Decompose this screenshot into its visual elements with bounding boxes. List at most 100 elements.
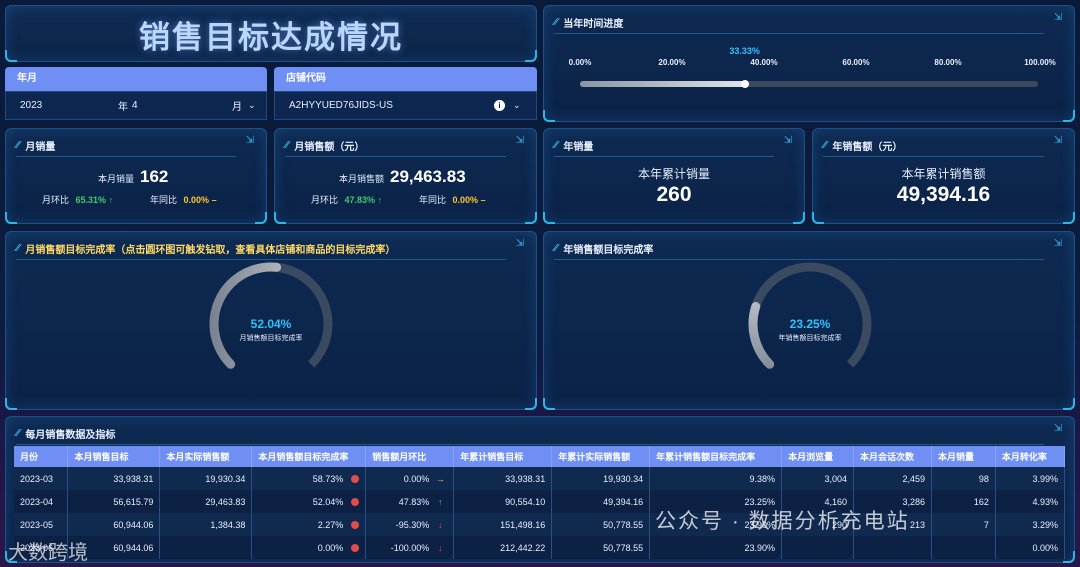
trend-arrow-icon: ↓	[438, 542, 443, 553]
cell-value: 3,004	[824, 473, 848, 484]
info-icon[interactable]: i	[494, 100, 505, 111]
table-cell: 52.04%	[251, 490, 367, 513]
time-progress-bar	[580, 80, 1038, 88]
arrow-up-icon: ↑	[377, 195, 383, 205]
monthly-revenue-panel: ∕∕ 月销售额（元） ⇲ 本月销售额 29,463.83 月环比 47.83% ↑…	[274, 128, 537, 224]
table-cell	[853, 536, 932, 559]
progress-current-label: 33.33%	[729, 46, 760, 56]
period-filter[interactable]: 2023 年 4 月 ⌄	[5, 91, 267, 120]
monthly-sales-panel: ∕∕ 月销量 ⇲ 本月销量 162 月环比 65.31% ↑ 年同比 0.00% …	[5, 128, 267, 224]
column-header[interactable]: 年累计销售目标	[453, 446, 553, 467]
yearly-gauge-chart[interactable]: 23.25% 年销售额目标完成率	[544, 232, 1076, 411]
panel-title: ∕∕ 月销量	[16, 135, 236, 157]
trend-arrow-icon: →	[435, 473, 445, 484]
table-row[interactable]: 2023-03 33,938.31 19,930.34 58.73% 0.00% → 33,…	[14, 467, 1066, 490]
cell-value: 2,459	[902, 473, 925, 484]
progress-knob	[740, 80, 749, 88]
cell-value: 56,615.79	[113, 496, 154, 507]
column-header[interactable]: 本月销量	[931, 446, 996, 467]
drill-icon[interactable]: ⇲	[1052, 12, 1064, 24]
column-header[interactable]: 本月会话次数	[853, 446, 932, 467]
monthly-gauge-chart[interactable]: 52.04% 月销售额目标完成率	[6, 232, 538, 411]
column-header[interactable]: 本月销售额目标完成率	[251, 446, 367, 467]
table-cell: 33,938.31	[67, 467, 161, 490]
watermark: 公众号 · 数据分析充电站	[655, 510, 910, 533]
drill-icon[interactable]: ⇲	[514, 135, 526, 147]
table-cell	[781, 536, 855, 559]
table-cell: 212,442.22	[453, 536, 553, 559]
dash-icon: –	[211, 195, 217, 205]
kpi-value: 162	[140, 167, 169, 186]
monthly-data-table: 月份 本月销售目标 本月实际销售额 本月销售额目标完成率 销售额月环比 年累计销售目标 年累…	[14, 446, 1066, 559]
cell-value: 52.04%	[312, 496, 344, 507]
store-value[interactable]: A2HYYUED76JIDS-US	[289, 100, 494, 111]
status-dot-icon	[351, 498, 360, 507]
yearly-revenue-panel: ∕∕ 年销售额（元） ⇲ 本年累计销售额 49,394.16	[812, 128, 1075, 224]
table-cell: 60,944.06	[67, 513, 161, 536]
table-cell	[159, 536, 253, 559]
cell-value: 212,442.22	[500, 542, 546, 553]
monthly-sales-mom: 月环比 65.31% ↑	[42, 195, 114, 205]
chevron-down-icon[interactable]: ⌄	[513, 100, 521, 111]
drill-icon[interactable]: ⇲	[1052, 135, 1064, 147]
column-header[interactable]: 销售额月环比	[365, 446, 455, 467]
title-mark-icon: ∕∕	[554, 17, 558, 28]
store-filter-label: 店铺代码	[274, 67, 537, 91]
table-cell: 2023-05	[14, 513, 69, 536]
cell-value: 1,384.38	[210, 519, 246, 530]
kpi-value: 29,463.83	[390, 167, 466, 186]
table-cell: 19,930.34	[159, 467, 253, 490]
table-cell: 2.27%	[251, 513, 367, 536]
column-header[interactable]: 本月浏览量	[781, 446, 855, 467]
cell-value: 23.90%	[744, 542, 776, 553]
column-header[interactable]: 本月销售目标	[67, 446, 161, 467]
table-cell: 9.38%	[649, 467, 783, 490]
progress-tick-label: 80.00%	[934, 58, 962, 67]
cell-value: 4.93%	[1032, 496, 1058, 507]
cell-value: 3.29%	[1032, 519, 1058, 530]
table-cell	[931, 536, 996, 559]
table-cell: 162	[931, 490, 996, 513]
table-cell: 50,778.55	[551, 536, 651, 559]
table-cell: 0.00%	[995, 536, 1066, 559]
table-header-row: 月份 本月销售目标 本月实际销售额 本月销售额目标完成率 销售额月环比 年累计销售目标 年累…	[14, 446, 1066, 467]
monthly-gauge-panel: ∕∕ 月销售额目标完成率（点击圆环图可触发钻取，查看具体店铺和商品的目标完成率）…	[5, 231, 537, 410]
table-cell: 33,938.31	[453, 467, 553, 490]
title-mark-icon: ∕∕	[285, 140, 289, 151]
column-header[interactable]: 本月实际销售额	[159, 446, 253, 467]
table-row[interactable]: 2023-06 60,944.06 0.00% -100.00% ↓ 212,442.22…	[14, 536, 1066, 559]
column-header[interactable]: 年累计销售额目标完成率	[649, 446, 783, 467]
table-cell: -100.00% ↓	[365, 536, 455, 559]
store-filter[interactable]: A2HYYUED76JIDS-US i ⌄	[274, 91, 537, 120]
drill-icon[interactable]: ⇲	[244, 135, 256, 147]
cell-value: 60,944.06	[113, 542, 154, 553]
column-header[interactable]: 本月转化率	[995, 446, 1066, 467]
column-header[interactable]: 年累计实际销售额	[551, 446, 651, 467]
cell-value: 213	[909, 519, 925, 530]
status-dot-icon	[351, 475, 360, 484]
table-cell: 29,463.83	[159, 490, 253, 513]
cell-value: 2023-04	[20, 496, 54, 507]
chevron-down-icon[interactable]: ⌄	[248, 100, 256, 111]
cell-value: 2023-05	[20, 519, 54, 530]
table-cell: 47.83% ↑	[365, 490, 455, 513]
table-cell: 58.73%	[251, 467, 367, 490]
year-value[interactable]: 2023	[20, 100, 118, 111]
month-value[interactable]: 4	[132, 100, 232, 111]
cell-value: 58.73%	[312, 473, 344, 484]
cell-value: 29,463.83	[205, 496, 246, 507]
table-cell: 90,554.10	[453, 490, 553, 513]
cell-value: 60,944.06	[113, 519, 154, 530]
panel-title: ∕∕ 当年时间进度	[554, 12, 1044, 34]
cell-value: 50,778.55	[603, 542, 644, 553]
progress-tick-label: 40.00%	[750, 58, 778, 67]
cell-value: 151,498.16	[500, 519, 546, 530]
month-unit: 月	[232, 102, 242, 113]
cell-value: 0.00%	[317, 542, 344, 553]
column-header[interactable]: 月份	[14, 446, 69, 467]
drill-icon[interactable]: ⇲	[782, 135, 794, 147]
table-cell: 7	[931, 513, 996, 536]
page-title: 销售目标达成情况	[139, 20, 403, 55]
yearly-sales-panel: ∕∕ 年销量 ⇲ 本年累计销量 260	[543, 128, 805, 224]
drill-icon[interactable]: ⇲	[1052, 423, 1064, 435]
